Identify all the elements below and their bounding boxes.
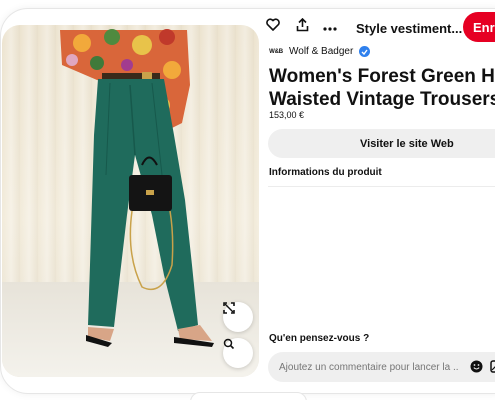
visit-website-button[interactable]: Visiter le site Web — [268, 129, 495, 158]
heart-icon — [266, 18, 280, 36]
pin-closeup-view: Style vestiment... Enreg W&B Wolf & Badg… — [0, 0, 495, 400]
image-attach-icon[interactable] — [490, 360, 495, 373]
comment-input[interactable] — [279, 361, 459, 373]
product-info-heading[interactable]: Informations du produit — [269, 167, 382, 178]
comments-heading: Qu'en pensez-vous ? — [269, 333, 370, 344]
section-divider — [268, 186, 495, 187]
more-dots-icon — [323, 18, 337, 36]
visual-search-button[interactable] — [223, 338, 253, 368]
product-title-line-1: Women's Forest Green High- — [269, 66, 495, 87]
comment-field[interactable] — [268, 352, 495, 382]
board-select-dropdown[interactable]: Style vestiment... — [356, 18, 478, 38]
emoji-smile-icon[interactable] — [470, 360, 483, 373]
product-image[interactable] — [2, 25, 259, 377]
product-price: 153,00 € — [269, 110, 305, 120]
product-title: Women's Forest Green High- Waisted Vinta… — [269, 65, 495, 111]
merchant-row[interactable]: W&B Wolf & Badger — [269, 46, 371, 57]
like-button[interactable] — [261, 15, 285, 39]
expand-button[interactable] — [223, 302, 253, 332]
visit-website-label: Visiter le site Web — [360, 137, 454, 150]
save-button-label: Enreg — [473, 19, 495, 35]
bottom-edge-tab — [190, 392, 307, 400]
verified-check-icon — [359, 46, 371, 57]
merchant-name: Wolf & Badger — [289, 46, 354, 57]
model-illustration — [60, 29, 214, 347]
board-name: Style vestiment... — [356, 20, 463, 36]
share-button[interactable] — [290, 15, 314, 39]
product-title-line-2: Waisted Vintage Trousers | Sug — [269, 89, 495, 110]
more-options-button[interactable] — [318, 15, 342, 39]
merchant-logo: W&B — [269, 48, 283, 55]
save-button[interactable]: Enreg — [463, 12, 495, 42]
share-upload-icon — [296, 17, 309, 37]
